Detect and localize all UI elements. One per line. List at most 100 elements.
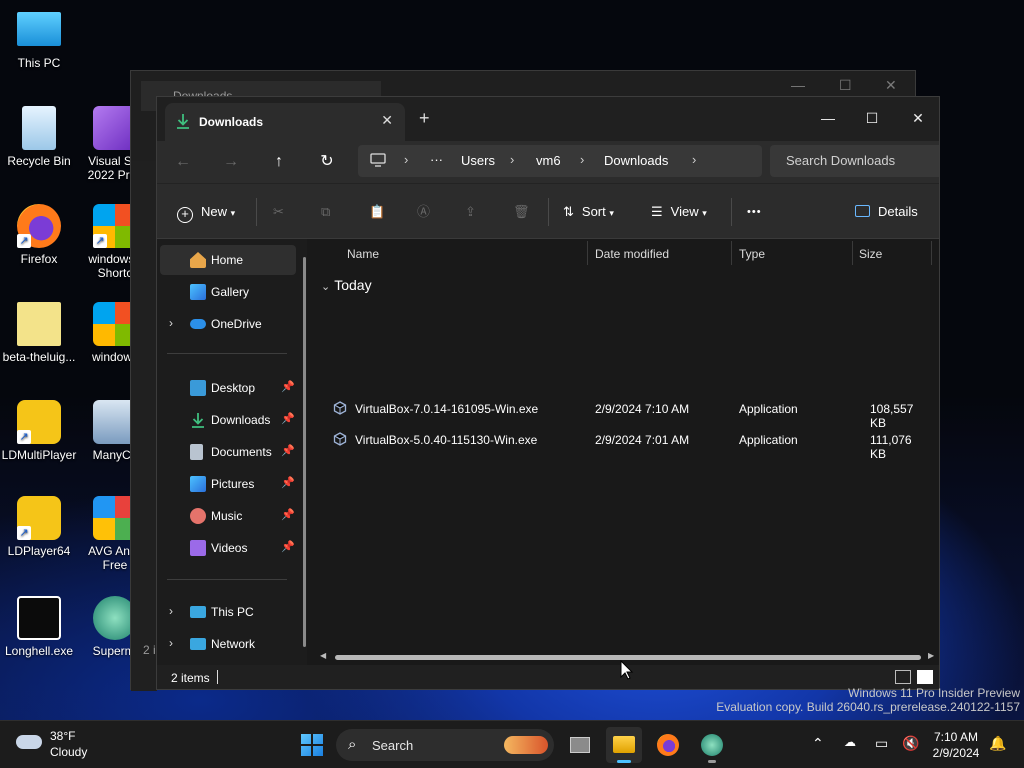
desktop-icon	[190, 380, 206, 396]
column-header-size[interactable]: Size	[859, 247, 882, 261]
desktop-icon-ldmultiplayer[interactable]: ↗ LDMultiPlayer	[0, 400, 78, 462]
group-header-today[interactable]: ⌄ Today	[321, 277, 372, 293]
column-separator[interactable]	[852, 241, 853, 265]
taskbar-search[interactable]: ⌕ Search	[336, 729, 554, 761]
new-button[interactable]: + New ▾	[177, 200, 235, 224]
column-separator[interactable]	[931, 241, 932, 265]
volume-muted-icon[interactable]: 🔇	[902, 735, 919, 752]
column-header-type[interactable]: Type	[739, 247, 765, 261]
tab-close-icon[interactable]: ✕	[381, 112, 393, 129]
breadcrumb-users[interactable]: Users	[461, 153, 495, 168]
up-arrow-icon[interactable]: ↑	[268, 151, 290, 173]
desktop-icon-recycle-bin[interactable]: Recycle Bin	[0, 106, 78, 168]
task-view-button[interactable]	[562, 727, 598, 763]
pin-icon[interactable]: 📌	[281, 412, 295, 425]
nav-pane-scrollbar[interactable]	[303, 257, 306, 647]
file-name: VirtualBox-5.0.40-115130-Win.exe	[355, 433, 538, 447]
column-separator[interactable]	[731, 241, 732, 265]
watermark-line: Evaluation copy. Build 26040.rs_prerelea…	[716, 700, 1020, 714]
breadcrumb-vm6[interactable]: vm6	[536, 153, 561, 168]
title-bar[interactable]: Downloads ✕ + — ☐ ✕	[157, 97, 939, 141]
more-options-button[interactable]: •••	[747, 200, 762, 224]
display-icon[interactable]: ▭	[875, 735, 888, 752]
background-close-icon[interactable]: ✕	[885, 77, 897, 94]
cut-icon[interactable]: ✂	[273, 200, 284, 224]
new-tab-button[interactable]: +	[419, 109, 430, 127]
desktop-icon-ldplayer64[interactable]: ↗ LDPlayer64	[0, 496, 78, 558]
column-header-date-modified[interactable]: Date modified	[595, 247, 669, 261]
desktop-icon-label: This PC	[17, 56, 61, 70]
pin-icon[interactable]: 📌	[281, 508, 295, 521]
paste-icon[interactable]: 📋	[369, 200, 385, 224]
copy-icon[interactable]: ⧉	[321, 200, 330, 224]
firefox-taskbar-button[interactable]	[650, 727, 686, 763]
address-bar[interactable]: › ··· Users › vm6 › Downloads ›	[358, 145, 762, 177]
chevron-up-icon[interactable]: ⌃	[812, 735, 824, 752]
background-maximize-icon[interactable]: ☐	[839, 77, 852, 94]
supermium-taskbar-button[interactable]	[694, 727, 730, 763]
chevron-right-icon[interactable]: ›	[169, 604, 173, 618]
forward-arrow-icon[interactable]: →	[220, 151, 242, 173]
tab-downloads[interactable]: Downloads ✕	[165, 103, 405, 141]
back-arrow-icon[interactable]: ←	[172, 151, 194, 173]
nav-item-home[interactable]: Home	[160, 245, 296, 275]
nav-item-gallery[interactable]: Gallery	[157, 277, 305, 307]
home-icon	[190, 252, 206, 268]
breadcrumb-overflow[interactable]: ···	[430, 152, 443, 167]
notepad-icon	[17, 302, 61, 346]
nav-item-desktop[interactable]: Desktop 📌	[157, 373, 305, 403]
sort-button[interactable]: ⇅ Sort ▾	[563, 200, 614, 224]
desktop-icon-longhell[interactable]: Longhell.exe	[0, 596, 78, 658]
details-view-icon[interactable]	[895, 670, 911, 684]
nav-item-music[interactable]: Music 📌	[157, 501, 305, 531]
large-icons-view-icon[interactable]	[917, 670, 933, 684]
minimize-button[interactable]: —	[805, 103, 851, 133]
scroll-left-arrow-icon[interactable]: ◀	[320, 651, 326, 660]
desktop-icon-firefox[interactable]: ↗ Firefox	[0, 204, 78, 266]
chevron-right-icon[interactable]: ›	[169, 636, 173, 650]
nav-item-videos[interactable]: Videos 📌	[157, 533, 305, 563]
pin-icon[interactable]: 📌	[281, 540, 295, 553]
explorer-window[interactable]: Downloads ✕ + — ☐ ✕ ← → ↑ ↻ › ··· Users …	[156, 96, 940, 690]
onedrive-cloud-icon[interactable]: ☁	[844, 735, 856, 749]
share-icon[interactable]: ⇪	[465, 200, 476, 224]
nav-item-documents[interactable]: Documents 📌	[157, 437, 305, 467]
background-minimize-icon[interactable]: —	[791, 77, 805, 93]
ldplayer-icon: ↗	[17, 496, 61, 540]
nav-item-downloads[interactable]: Downloads 📌	[157, 405, 305, 435]
nav-item-network[interactable]: › Network	[157, 629, 305, 659]
pin-icon[interactable]: 📌	[281, 476, 295, 489]
chevron-right-icon[interactable]: ›	[169, 316, 173, 330]
refresh-icon[interactable]: ↻	[316, 151, 338, 173]
maximize-button[interactable]: ☐	[849, 103, 895, 133]
weather-temperature: 38°F	[50, 729, 76, 743]
file-row[interactable]: VirtualBox-7.0.14-161095-Win.exe 2/9/202…	[315, 395, 927, 430]
close-button[interactable]: ✕	[895, 103, 939, 133]
scroll-right-arrow-icon[interactable]: ▶	[928, 651, 934, 660]
column-separator[interactable]	[587, 241, 588, 265]
desktop-icon-beta[interactable]: beta-theluig...	[0, 302, 78, 364]
nav-item-this-pc[interactable]: › This PC	[157, 597, 305, 627]
notification-bell-icon[interactable]: 🔔	[989, 735, 1006, 752]
nav-label: Videos	[211, 541, 248, 555]
breadcrumb-separator-icon[interactable]: ›	[692, 152, 696, 167]
rename-icon[interactable]: Ⓐ	[417, 200, 430, 224]
start-button[interactable]	[294, 727, 330, 763]
chevron-down-icon: ▾	[609, 208, 614, 218]
desktop-icon-this-pc[interactable]: This PC	[0, 10, 78, 70]
pin-icon[interactable]: 📌	[281, 380, 295, 393]
details-button[interactable]: Details	[855, 200, 918, 224]
column-header-name[interactable]: Name	[347, 247, 379, 261]
breadcrumb-downloads[interactable]: Downloads	[604, 153, 668, 168]
nav-item-pictures[interactable]: Pictures 📌	[157, 469, 305, 499]
pin-icon[interactable]: 📌	[281, 444, 295, 457]
file-explorer-taskbar-button[interactable]	[606, 727, 642, 763]
videos-icon	[190, 540, 206, 556]
file-row[interactable]: VirtualBox-5.0.40-115130-Win.exe 2/9/202…	[315, 426, 927, 461]
chevron-down-icon: ▾	[230, 208, 236, 218]
nav-item-onedrive[interactable]: › OneDrive	[157, 309, 305, 339]
clock[interactable]: 7:10 AM 2/9/2024	[928, 729, 984, 761]
search-input[interactable]: Search Downloads	[770, 145, 939, 177]
view-button[interactable]: ☰ View ▾	[651, 200, 707, 224]
delete-icon[interactable]: 🗑	[513, 200, 530, 224]
